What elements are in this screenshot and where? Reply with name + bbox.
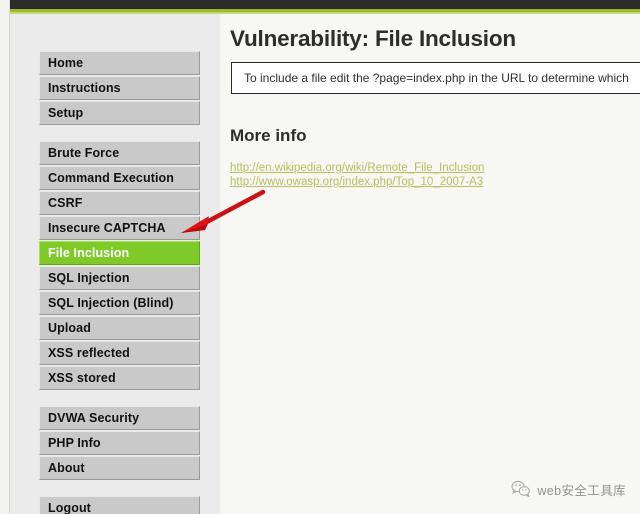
sidebar-item-home[interactable]: Home — [39, 51, 200, 75]
more-info-heading: More info — [230, 126, 307, 145]
sidebar-group-separator — [39, 391, 200, 406]
sidebar-group-separator — [39, 481, 200, 496]
sidebar-item-instructions[interactable]: Instructions — [39, 76, 200, 100]
info-box: To include a file edit the ?page=index.p… — [231, 62, 640, 94]
wechat-icon — [511, 480, 531, 498]
sidebar-item-php-info[interactable]: PHP Info — [39, 431, 200, 455]
sidebar-item-brute-force[interactable]: Brute Force — [39, 141, 200, 165]
sidebar-item-csrf[interactable]: CSRF — [39, 191, 200, 215]
sidebar-item-file-inclusion[interactable]: File Inclusion — [39, 241, 200, 265]
sidebar-item-insecure-captcha[interactable]: Insecure CAPTCHA — [39, 216, 200, 240]
external-link[interactable]: http://www.owasp.org/index.php/Top_10_20… — [230, 175, 484, 189]
main-content: Vulnerability: File Inclusion To include… — [220, 14, 640, 514]
watermark-text: web安全工具库 — [537, 483, 626, 498]
sidebar-item-logout[interactable]: Logout — [39, 496, 200, 514]
more-info-link-list: http://en.wikipedia.org/wiki/Remote_File… — [230, 161, 484, 189]
sidebar-item-upload[interactable]: Upload — [39, 316, 200, 340]
sidebar-item-xss-reflected[interactable]: XSS reflected — [39, 341, 200, 365]
sidebar-item-sql-injection[interactable]: SQL Injection — [39, 266, 200, 290]
watermark: web安全工具库 — [511, 478, 626, 500]
sidebar-item-sql-injection-blind[interactable]: SQL Injection (Blind) — [39, 291, 200, 315]
sidebar-nav: Home Instructions Setup Brute Force Command … — [39, 51, 200, 514]
sidebar: Home Instructions Setup Brute Force Command … — [10, 14, 220, 514]
page-left-gutter-divider — [9, 0, 10, 514]
site-header-bar — [10, 0, 640, 9]
sidebar-item-about[interactable]: About — [39, 456, 200, 480]
sidebar-item-setup[interactable]: Setup — [39, 101, 200, 125]
sidebar-item-xss-stored[interactable]: XSS stored — [39, 366, 200, 390]
sidebar-item-dvwa-security[interactable]: DVWA Security — [39, 406, 200, 430]
info-box-text: To include a file edit the ?page=index.p… — [244, 71, 629, 85]
page-title: Vulnerability: File Inclusion — [230, 26, 516, 51]
external-link[interactable]: http://en.wikipedia.org/wiki/Remote_File… — [230, 161, 484, 175]
sidebar-group-separator — [39, 126, 200, 141]
browser-page: Home Instructions Setup Brute Force Command … — [0, 0, 640, 514]
sidebar-item-command-execution[interactable]: Command Execution — [39, 166, 200, 190]
